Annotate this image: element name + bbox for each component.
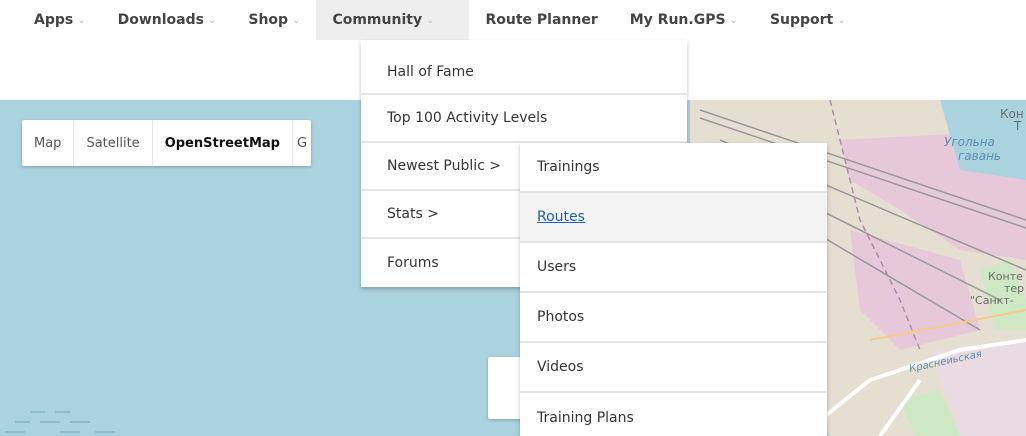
newest-public-submenu: Trainings Routes Users Photos Videos Tra… (520, 143, 827, 436)
nav-shop[interactable]: Shop ⌄ (232, 0, 316, 40)
map-type-map[interactable]: Map (22, 120, 75, 166)
menu-item-label: Newest Public > (387, 158, 501, 174)
nav-downloads-label: Downloads (117, 12, 204, 28)
submenu-item-photos[interactable]: Photos (520, 293, 827, 343)
nav-community-label: Community (332, 12, 423, 28)
map-type-satellite-label: Satellite (86, 135, 140, 151)
map-type-openstreetmap[interactable]: OpenStreetMap (153, 120, 293, 166)
submenu-item-routes[interactable]: Routes (520, 193, 827, 243)
menu-item-label: Forums (387, 255, 439, 271)
map-type-more[interactable]: G (293, 120, 311, 166)
nav-route-planner[interactable]: Route Planner (469, 0, 613, 40)
submenu-item-videos[interactable]: Videos (520, 343, 827, 393)
map-type-selector: Map Satellite OpenStreetMap G (22, 120, 311, 166)
menu-item-label: Stats > (387, 206, 439, 222)
map-type-map-label: Map (34, 135, 62, 151)
map-type-more-label: G (296, 135, 308, 151)
map-label: гавань (958, 149, 1001, 163)
nav-support[interactable]: Support ⌄ (754, 0, 862, 40)
chevron-down-icon: ⌄ (77, 14, 86, 26)
chevron-down-icon: ⌄ (207, 14, 217, 26)
nav-my-rungps-label: My Run.GPS (629, 12, 726, 28)
submenu-item-label: Videos (537, 359, 584, 375)
nav-route-planner-label: Route Planner (485, 12, 598, 28)
submenu-item-label: Photos (537, 309, 585, 325)
submenu-item-training-plans[interactable]: Training Plans (520, 393, 827, 436)
map-type-openstreetmap-label: OpenStreetMap (164, 135, 280, 151)
nav-my-rungps[interactable]: My Run.GPS ⌄ (614, 0, 754, 40)
map-label: "Санкт- (970, 294, 1014, 307)
submenu-item-label: Trainings (537, 159, 600, 175)
submenu-item-label: Training Plans (537, 410, 634, 426)
map-label: Угольна (944, 135, 995, 149)
submenu-item-users[interactable]: Users (520, 243, 827, 293)
nav-downloads[interactable]: Downloads ⌄ (102, 0, 233, 40)
top-navigation: Apps ⌄ Downloads ⌄ Shop ⌄ Community ⌄ Ro… (0, 0, 1026, 40)
map-type-satellite[interactable]: Satellite (74, 120, 153, 166)
chevron-down-icon: ⌄ (292, 14, 301, 26)
nav-community[interactable]: Community ⌄ (316, 0, 470, 40)
menu-item-top-100[interactable]: Top 100 Activity Levels (361, 95, 687, 143)
nav-support-label: Support (769, 12, 834, 28)
submenu-item-label[interactable]: Routes (537, 209, 585, 225)
chevron-down-icon: ⌄ (729, 14, 738, 26)
nav-shop-label: Shop (248, 12, 289, 28)
nav-apps[interactable]: Apps ⌄ (16, 0, 102, 40)
chevron-down-icon: ⌄ (837, 14, 846, 26)
chevron-down-icon: ⌄ (426, 14, 435, 26)
menu-item-hall-of-fame[interactable]: Hall of Fame (361, 50, 687, 95)
nav-apps-label: Apps (34, 12, 74, 28)
submenu-item-trainings[interactable]: Trainings (520, 143, 827, 193)
map-label: Т (1013, 119, 1022, 133)
menu-item-label: Hall of Fame (387, 63, 474, 80)
submenu-item-label: Users (537, 259, 577, 275)
menu-item-label: Top 100 Activity Levels (387, 110, 548, 126)
